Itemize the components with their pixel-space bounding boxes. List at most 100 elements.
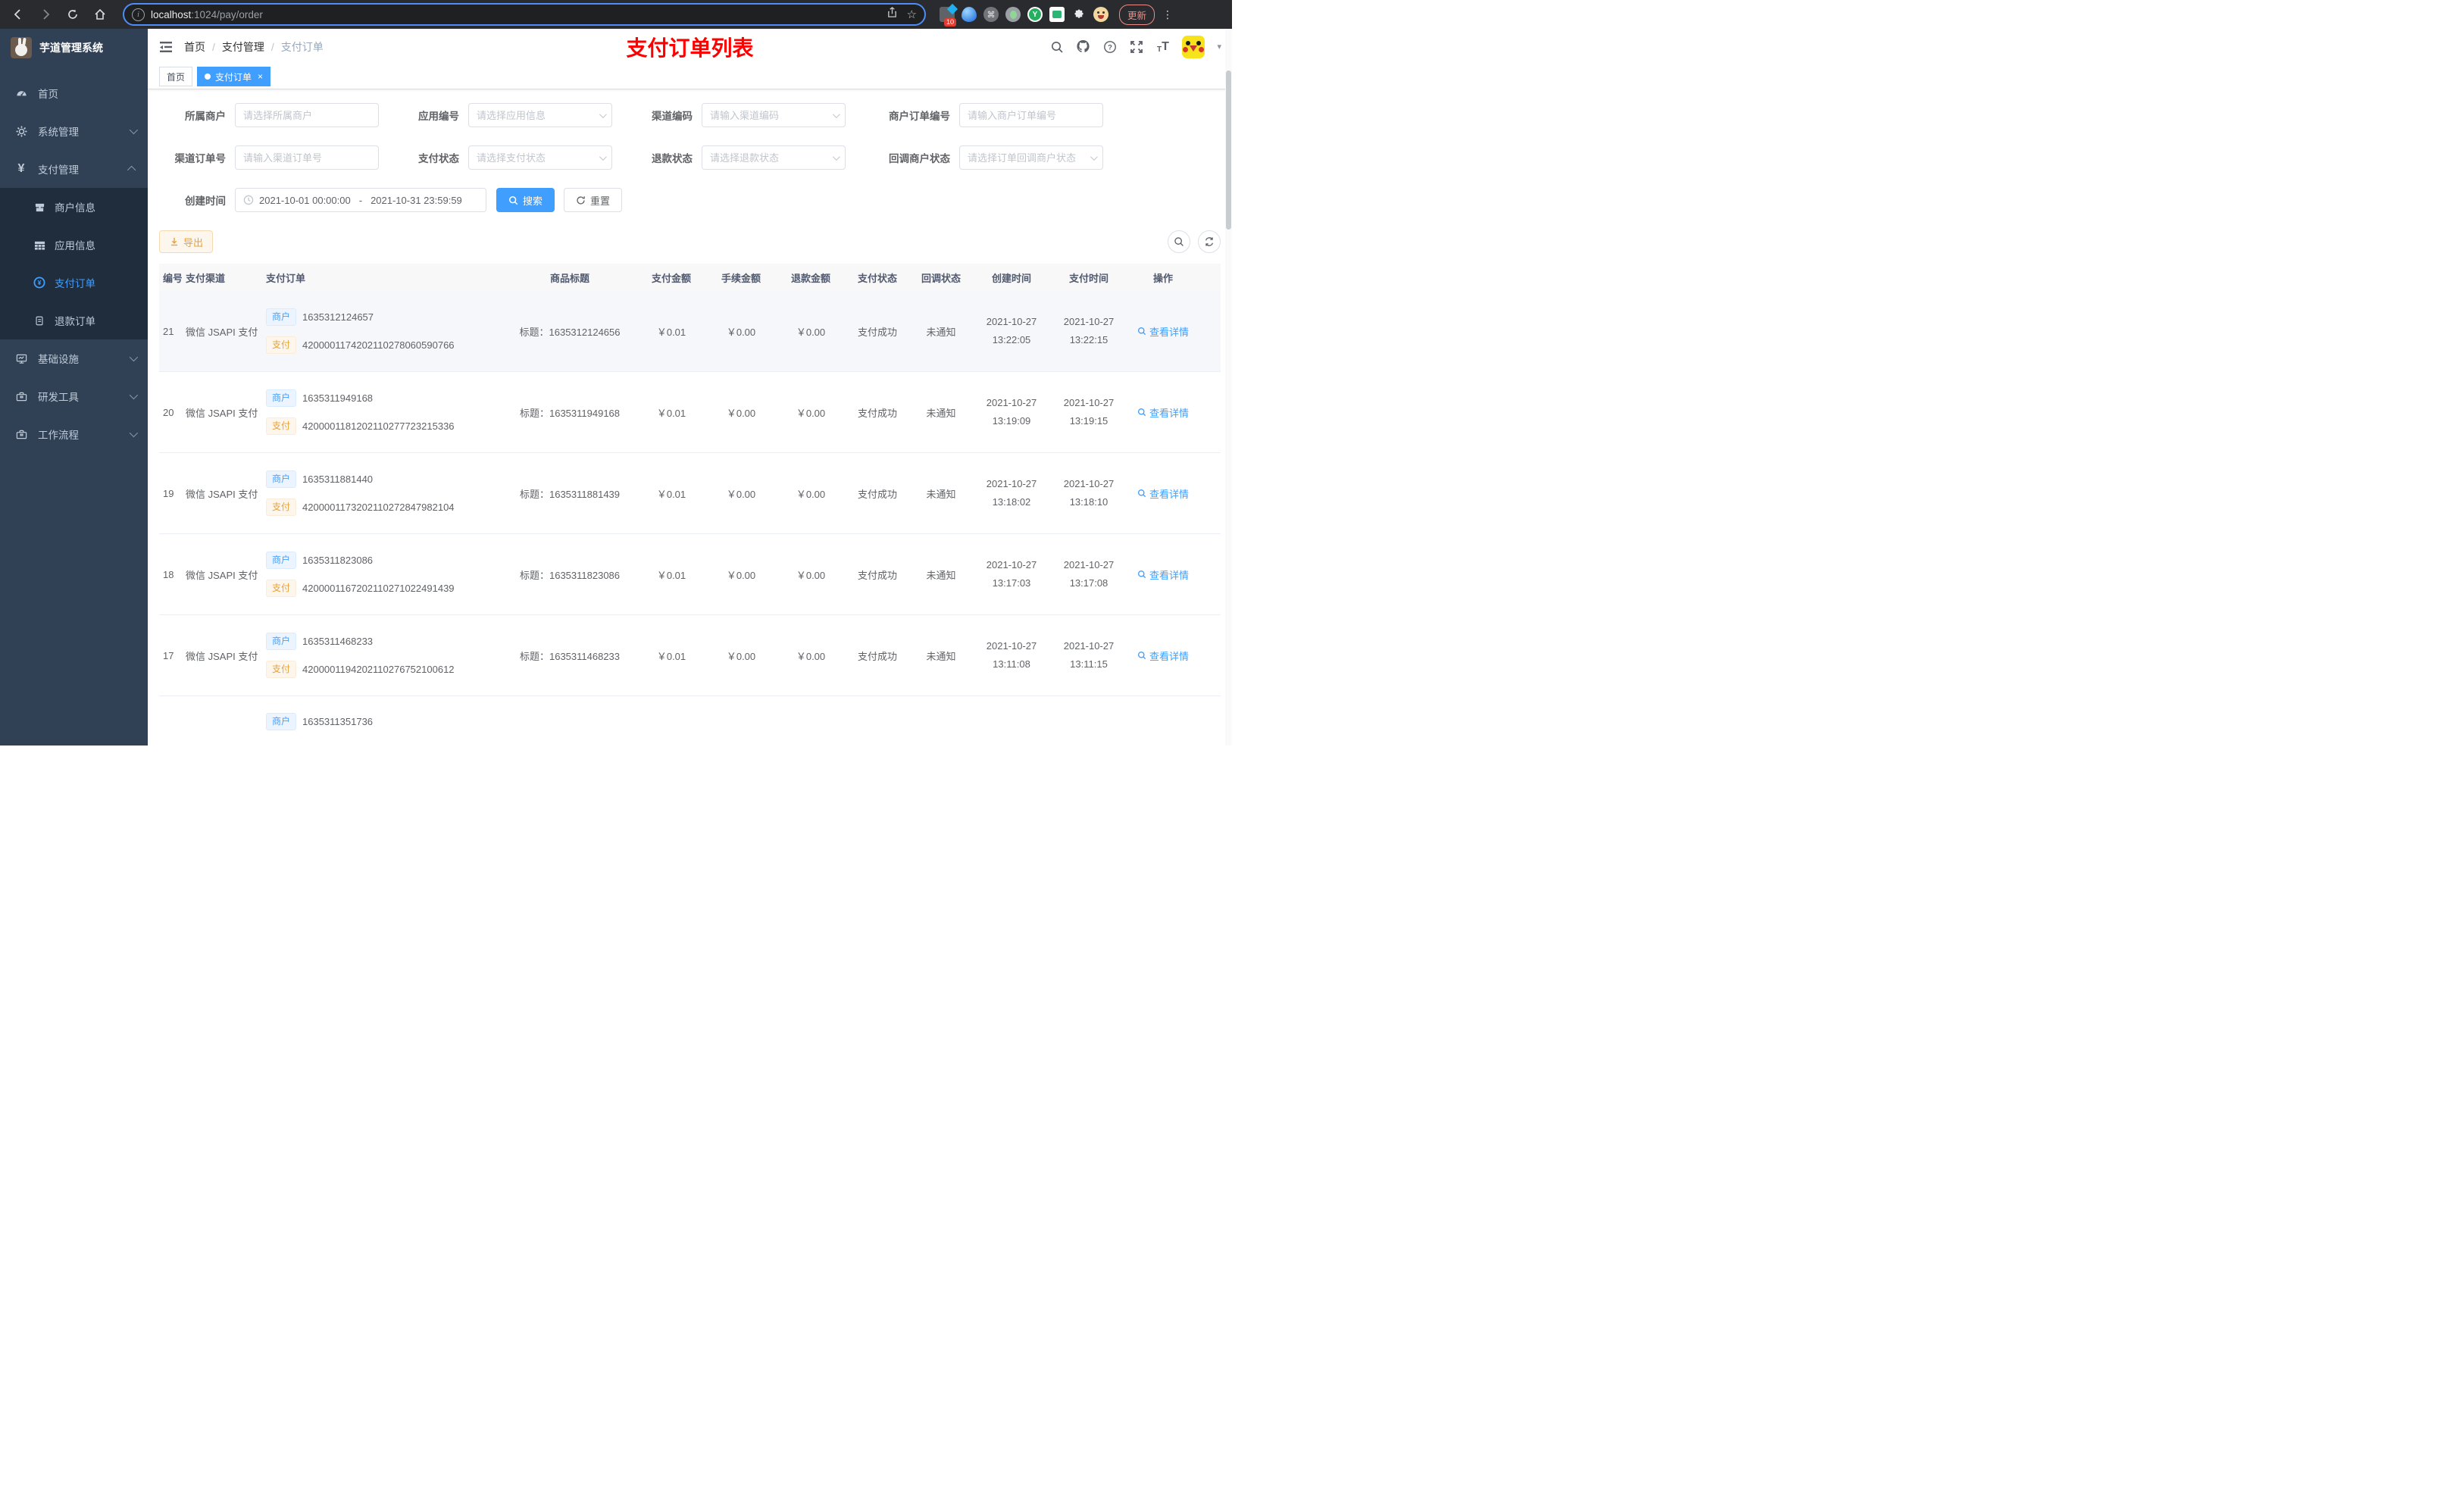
table-row[interactable]: 17 微信 JSAPI 支付 商户 1635311468233 支付 4200001… <box>159 615 1221 696</box>
sidebar-item-infra[interactable]: 基础设施 <box>0 339 148 377</box>
create-time-range-picker[interactable]: 2021-10-01 00:00:00 - 2021-10-31 23:59:5… <box>235 188 486 212</box>
extension-y-icon[interactable]: Y <box>1027 7 1043 22</box>
chrome-update-button[interactable]: 更新 <box>1119 4 1155 25</box>
refund-status-field[interactable] <box>710 152 837 164</box>
pay-status-select[interactable] <box>468 145 612 170</box>
scrollbar-thumb[interactable] <box>1226 70 1231 230</box>
export-button[interactable]: 导出 <box>159 230 214 253</box>
table-row[interactable]: 20 微信 JSAPI 支付 商户 1635311949168 支付 4200001… <box>159 372 1221 453</box>
chevron-down-icon <box>129 390 139 400</box>
user-avatar[interactable] <box>1182 35 1205 58</box>
profile-emoji-icon[interactable] <box>1093 7 1108 22</box>
url-path: :1024/pay/order <box>191 8 263 20</box>
view-detail-link[interactable]: 查看详情 <box>1137 324 1189 339</box>
refund-status-select[interactable] <box>702 145 846 170</box>
reset-button[interactable]: 重置 <box>564 188 623 212</box>
notify-status-field[interactable] <box>968 152 1095 164</box>
channel-order-field[interactable] <box>243 152 371 164</box>
monitor-icon <box>15 352 27 364</box>
forward-icon[interactable] <box>35 4 56 25</box>
notify-status-select[interactable] <box>959 145 1103 170</box>
help-icon[interactable]: ? <box>1102 39 1117 54</box>
toggle-search-button[interactable] <box>1168 230 1190 253</box>
sidebar-item-refund-order[interactable]: 退款订单 <box>0 302 148 339</box>
chevron-down-icon <box>129 125 139 135</box>
col-status: 支付状态 <box>857 272 897 284</box>
address-bar[interactable]: i localhost:1024/pay/order ☆ <box>123 3 926 26</box>
merchant-input[interactable] <box>235 103 379 127</box>
logo-rabbit-icon <box>11 37 32 58</box>
channel-code-select[interactable] <box>702 103 846 127</box>
chrome-menu-icon[interactable]: ⋮ <box>1162 8 1173 21</box>
table-row[interactable]: 18 微信 JSAPI 支付 商户 1635311823086 支付 4200001… <box>159 534 1221 615</box>
sidebar-item-workflow[interactable]: 工作流程 <box>0 415 148 453</box>
reload-icon[interactable] <box>62 4 83 25</box>
site-info-icon[interactable]: i <box>132 8 145 21</box>
grid-icon <box>33 239 45 251</box>
breadcrumb-pay[interactable]: 支付管理 <box>222 39 264 55</box>
pay-order-no: 4200001167202110271022491439 <box>302 582 455 594</box>
merchant-order-input[interactable] <box>959 103 1103 127</box>
sidebar-item-merchant-info[interactable]: 商户信息 <box>0 188 148 226</box>
search-icon[interactable] <box>1049 39 1064 54</box>
chevron-down-icon <box>129 352 139 362</box>
bookmark-star-icon[interactable]: ☆ <box>907 8 917 21</box>
view-detail-link[interactable]: 查看详情 <box>1137 405 1189 420</box>
pay-order-no: 4200001181202110277723215336 <box>302 420 455 432</box>
app-logo[interactable]: 芋道管理系统 <box>0 29 148 67</box>
merchant-tag: 商户 <box>266 552 297 569</box>
merchant-input-field[interactable] <box>243 109 371 121</box>
table-row[interactable]: 商户 1635311351736 <box>159 696 1221 746</box>
extensions-puzzle-icon[interactable] <box>1071 7 1087 22</box>
col-paid: 支付时间 <box>1068 272 1108 284</box>
extension-chat-icon[interactable] <box>1049 7 1065 22</box>
view-detail-link[interactable]: 查看详情 <box>1137 649 1189 663</box>
table-row[interactable]: 19 微信 JSAPI 支付 商户 1635311881440 支付 4200001… <box>159 453 1221 534</box>
avatar-caret-icon[interactable]: ▾ <box>1217 42 1221 52</box>
field-label: 支付状态 <box>418 153 459 164</box>
merchant-order-field[interactable] <box>968 109 1095 121</box>
app-select[interactable] <box>468 103 612 127</box>
share-icon[interactable] <box>886 7 898 22</box>
tab-home[interactable]: 首页 <box>159 67 193 86</box>
breadcrumb-current: 支付订单 <box>280 40 324 53</box>
refresh-table-button[interactable] <box>1198 230 1221 253</box>
extension-sketch-icon[interactable]: 10 <box>940 3 958 27</box>
github-icon[interactable] <box>1076 39 1090 54</box>
table-row[interactable]: 21 微信 JSAPI 支付 商户 1635312124657 支付 4200001… <box>159 291 1221 372</box>
view-detail-link[interactable]: 查看详情 <box>1137 567 1189 582</box>
view-detail-link[interactable]: 查看详情 <box>1137 486 1189 501</box>
extension-dot-icon[interactable] <box>1005 7 1021 22</box>
home-icon[interactable] <box>89 4 111 25</box>
breadcrumb-home[interactable]: 首页 <box>184 39 205 55</box>
sidebar-item-pay-order[interactable]: ¥ 支付订单 <box>0 264 148 302</box>
extension-gem-icon[interactable] <box>962 7 977 22</box>
channel-order-input[interactable] <box>235 145 379 170</box>
sidebar-item-devtools[interactable]: 研发工具 <box>0 377 148 415</box>
field-label: 商户订单编号 <box>889 111 950 122</box>
back-icon[interactable] <box>8 4 29 25</box>
sidebar: 芋道管理系统 首页 系统管理 ¥ 支付管理 商户信息 应用信息 ¥ 支付订单 退… <box>0 29 148 746</box>
clock-icon <box>243 195 254 205</box>
channel-code-field[interactable] <box>710 109 837 121</box>
fullscreen-icon[interactable] <box>1129 39 1143 54</box>
yen-circle-icon: ¥ <box>33 277 45 289</box>
toolbox-icon <box>15 428 27 440</box>
sidebar-fold-icon[interactable] <box>158 39 174 55</box>
sidebar-item-home[interactable]: 首页 <box>0 74 148 112</box>
pay-status-field[interactable] <box>477 152 604 164</box>
sidebar-item-system[interactable]: 系统管理 <box>0 112 148 150</box>
font-size-icon[interactable]: TT <box>1155 39 1170 55</box>
sidebar-item-pay[interactable]: ¥ 支付管理 <box>0 150 148 188</box>
extension-command-icon[interactable]: ⌘ <box>983 7 999 22</box>
app-select-field[interactable] <box>477 109 604 121</box>
search-button[interactable]: 搜索 <box>496 188 555 212</box>
close-icon[interactable]: × <box>258 71 263 82</box>
chevron-down-icon <box>129 428 139 438</box>
url-text[interactable]: localhost:1024/pay/order <box>151 9 880 20</box>
search-icon <box>508 195 518 205</box>
sidebar-item-app-info[interactable]: 应用信息 <box>0 226 148 264</box>
pay-order-no: 4200001194202110276752100612 <box>302 663 455 675</box>
tab-pay-order[interactable]: 支付订单 × <box>197 67 271 86</box>
page-scrollbar[interactable] <box>1225 29 1232 746</box>
